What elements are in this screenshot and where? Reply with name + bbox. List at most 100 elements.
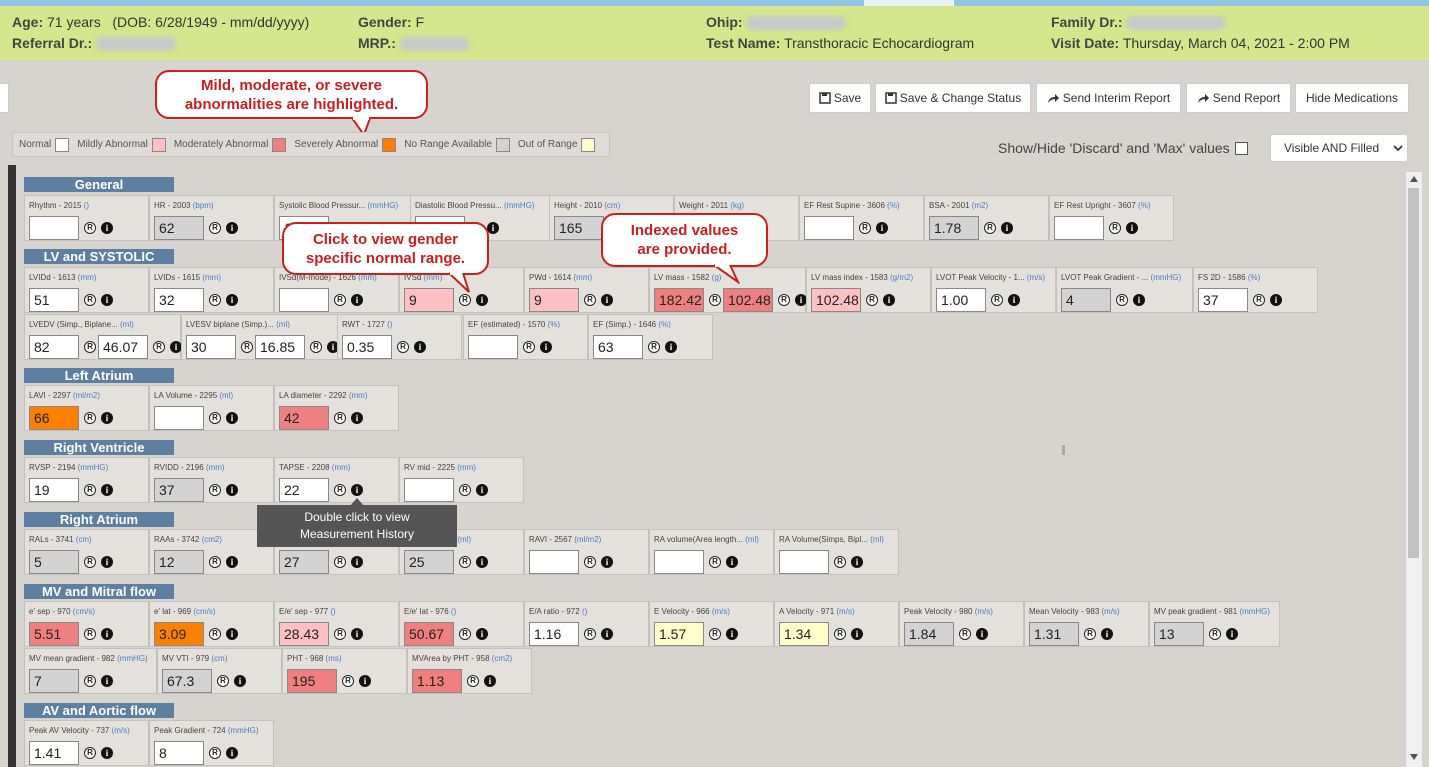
measurement-input-ladiam[interactable]: 42 [279,406,329,430]
info-icon[interactable]: i [226,484,238,496]
measurement-input-ef_up[interactable] [1054,216,1104,240]
info-icon[interactable]: i [351,484,363,496]
measurement-input-rhythm[interactable] [29,216,79,240]
reference-range-icon[interactable]: R [334,484,346,496]
vertical-scrollbar[interactable] [1406,172,1422,767]
measurement-input-mvpg[interactable]: 13 [1154,622,1204,646]
reference-range-icon[interactable]: R [84,556,96,568]
measurement-input-elat[interactable]: 3.09 [154,622,204,646]
measurement-input-lvot_v[interactable]: 1.00 [936,288,986,312]
measurement-input-ef_est[interactable] [468,335,518,359]
measurement-input-avel[interactable]: 1.34 [779,622,829,646]
info-icon[interactable]: i [726,556,738,568]
reference-range-icon[interactable]: R [84,412,96,424]
info-icon[interactable]: i [226,747,238,759]
measurement-input-bsa[interactable]: 1.78 [929,216,979,240]
info-icon[interactable]: i [476,556,488,568]
measurement-input-ra3[interactable]: 27 [279,550,329,574]
info-icon[interactable]: i [1008,294,1020,306]
info-icon[interactable]: i [487,222,499,234]
info-icon[interactable]: i [234,675,246,687]
hide-medications-button[interactable]: Hide Medications [1295,83,1409,113]
info-icon[interactable]: i [476,294,488,306]
reference-range-icon[interactable]: R [709,294,721,306]
measurement-input-lvesv[interactable]: 30 [186,335,236,359]
reference-range-icon[interactable]: R [584,628,596,640]
measurement-input-hr[interactable]: 62 [154,216,204,240]
measurement-input-ra4[interactable]: 25 [404,550,454,574]
measurement-input-ravol_al[interactable] [654,550,704,574]
measurement-input-rwt[interactable]: 0.35 [342,335,392,359]
measurement-input-rvidd[interactable]: 37 [154,478,204,502]
reference-range-icon[interactable]: R [84,294,96,306]
reference-range-icon[interactable]: R [342,675,354,687]
info-icon[interactable]: i [226,628,238,640]
info-icon[interactable]: i [726,628,738,640]
reference-range-icon[interactable]: R [84,747,96,759]
reference-range-icon[interactable]: R [397,341,409,353]
info-icon[interactable]: i [601,294,613,306]
measurement-input-lvmi[interactable]: 102.48 [811,288,861,312]
measurement-input-esep[interactable]: 5.51 [29,622,79,646]
reference-range-icon[interactable]: R [709,556,721,568]
reference-range-icon[interactable]: R [459,628,471,640]
reference-range-icon[interactable]: R [834,628,846,640]
info-icon[interactable]: i [1101,628,1113,640]
measurement-input-rals[interactable]: 5 [29,550,79,574]
measurement-input-tapse[interactable]: 22 [279,478,329,502]
send-report-button[interactable]: Send Report [1186,83,1291,113]
info-icon[interactable]: i [101,294,113,306]
measurement-input-lavi[interactable]: 66 [29,406,79,430]
measurement-input-pkvel[interactable]: 1.84 [904,622,954,646]
reference-range-icon[interactable]: R [1109,222,1121,234]
measurement-input-pht[interactable]: 195 [287,669,337,693]
measurement-input-pkav[interactable]: 1.41 [29,741,79,765]
info-icon[interactable]: i [226,412,238,424]
measurement-indexed-input-lvedv[interactable]: 46.07 [98,335,148,359]
reference-range-icon[interactable]: R [859,222,871,234]
info-icon[interactable]: i [101,675,113,687]
info-icon[interactable]: i [484,675,496,687]
measurement-input-lavol[interactable] [154,406,204,430]
reference-range-icon[interactable]: R [209,628,221,640]
reference-range-icon[interactable]: R [84,628,96,640]
info-icon[interactable]: i [1126,222,1138,234]
reference-range-icon[interactable]: R [459,294,471,306]
info-icon[interactable]: i [476,484,488,496]
measurement-input-lvmass[interactable]: 182.42 [654,288,704,312]
info-icon[interactable]: i [601,628,613,640]
info-icon[interactable]: i [351,628,363,640]
info-icon[interactable]: i [351,412,363,424]
reference-range-icon[interactable]: R [334,294,346,306]
reference-range-icon[interactable]: R [310,341,322,353]
measurement-input-lvedv[interactable]: 82 [29,335,79,359]
info-icon[interactable]: i [101,222,113,234]
info-icon[interactable]: i [226,294,238,306]
reference-range-icon[interactable]: R [467,675,479,687]
reference-range-icon[interactable]: R [84,222,96,234]
measurement-input-mvvti[interactable]: 67.3 [162,669,212,693]
save-button[interactable]: Save [809,83,871,113]
measurement-input-eelat[interactable]: 50.67 [404,622,454,646]
reference-range-icon[interactable]: R [709,628,721,640]
reference-range-icon[interactable]: R [523,341,535,353]
info-icon[interactable]: i [876,222,888,234]
measurement-input-evel[interactable]: 1.57 [654,622,704,646]
reference-range-icon[interactable]: R [334,556,346,568]
reference-range-icon[interactable]: R [1116,294,1128,306]
info-icon[interactable]: i [1270,294,1282,306]
measurement-input-rvsp[interactable]: 19 [29,478,79,502]
measurement-input-mnvel[interactable]: 1.31 [1029,622,1079,646]
reference-range-icon[interactable]: R [778,294,790,306]
info-icon[interactable]: i [665,341,677,353]
reference-range-icon[interactable]: R [209,484,221,496]
reference-range-icon[interactable]: R [209,294,221,306]
info-icon[interactable]: i [101,484,113,496]
info-icon[interactable]: i [359,675,371,687]
reference-range-icon[interactable]: R [959,628,971,640]
measurement-input-lvot_g[interactable]: 4 [1061,288,1111,312]
measurement-input-pkgr[interactable]: 8 [154,741,204,765]
reference-range-icon[interactable]: R [334,412,346,424]
info-icon[interactable]: i [540,341,552,353]
measurement-input-lvidd[interactable]: 51 [29,288,79,312]
